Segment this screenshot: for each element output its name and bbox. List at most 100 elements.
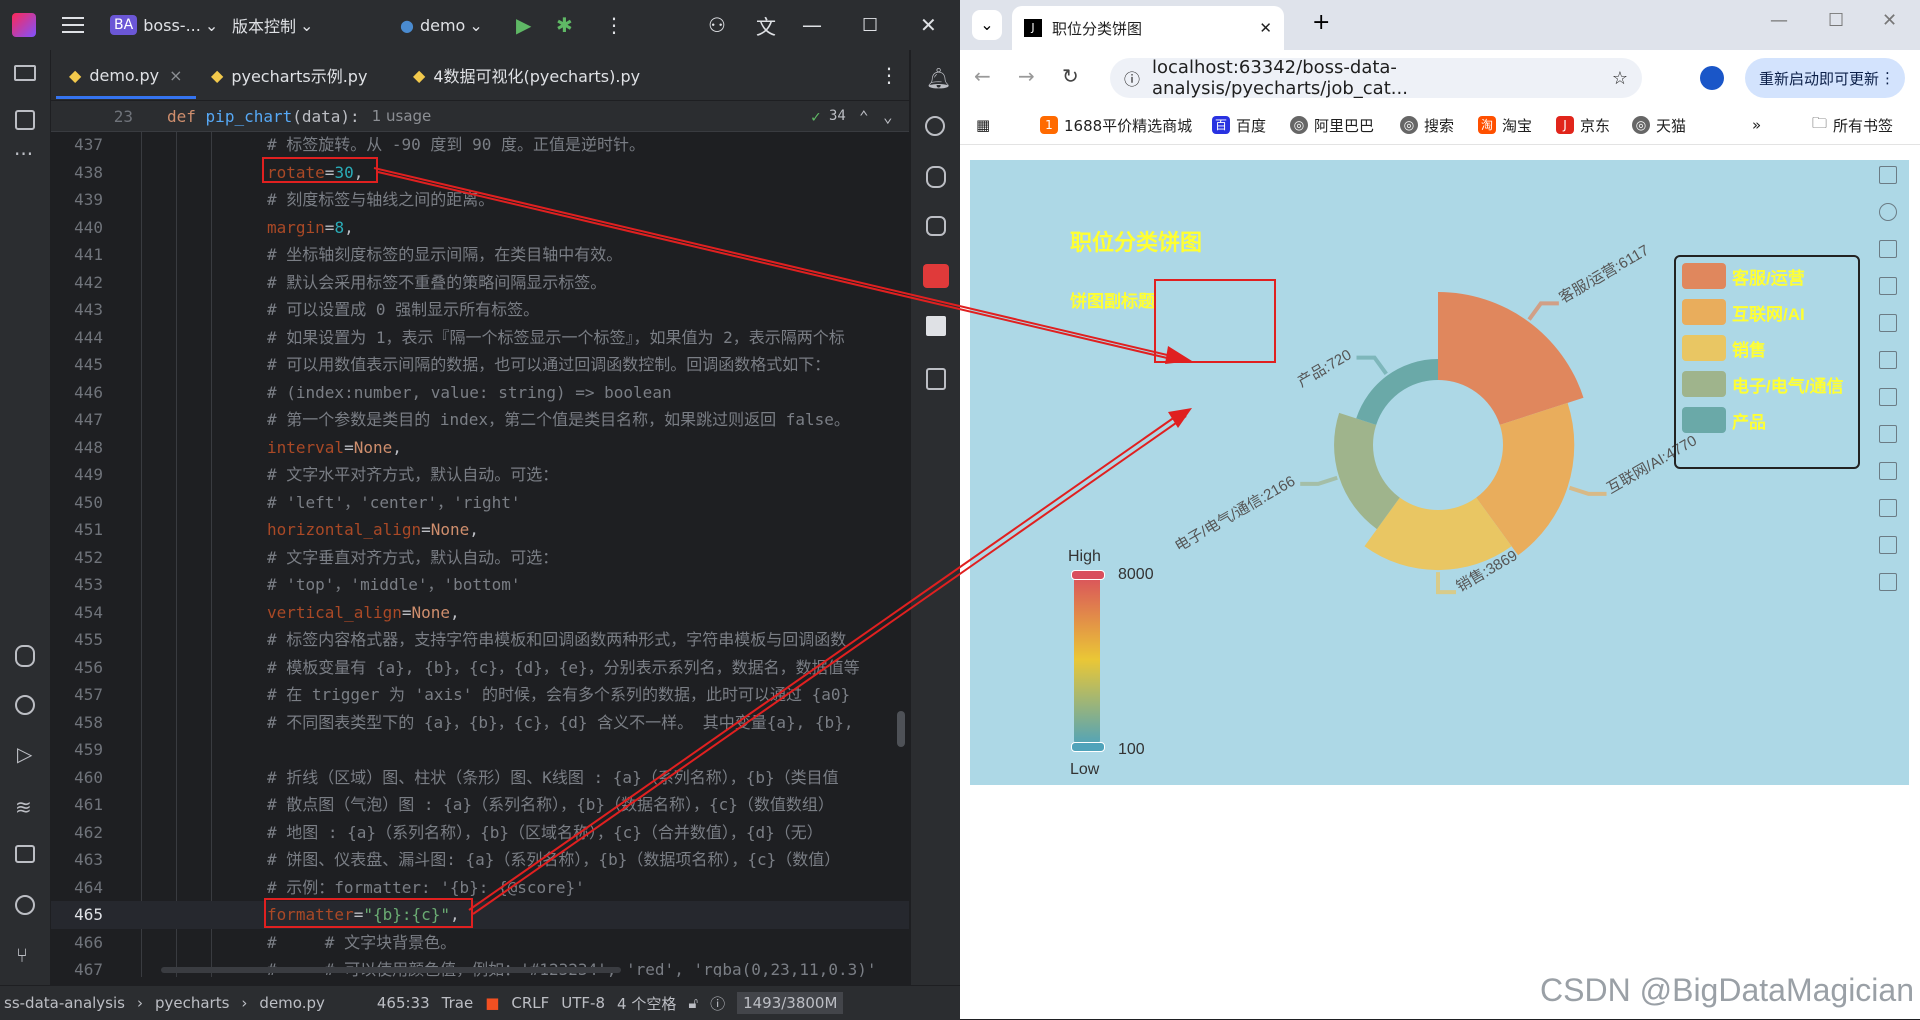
line-number[interactable]: 457 <box>51 681 103 709</box>
memory-indicator[interactable]: 1493/3800M <box>737 992 844 1014</box>
tab-demo-py[interactable]: ◆ demo.py × <box>69 50 183 100</box>
code-line[interactable]: 455 # 标签内容格式器，支持字符串模板和回调函数两种形式，字符串模板与回调函数 <box>51 626 909 654</box>
code-line[interactable]: 439 # 刻度标签与轴线之间的距离。 <box>51 186 909 214</box>
structure-icon[interactable] <box>15 110 35 130</box>
line-number[interactable]: 444 <box>51 324 103 352</box>
line-number[interactable]: 448 <box>51 434 103 462</box>
cursor-position[interactable]: 465:33 <box>377 994 430 1012</box>
visualmap-bottom-handle[interactable] <box>1071 742 1105 752</box>
ide-logo-icon[interactable] <box>12 0 36 50</box>
pie-svg[interactable]: 客服/运营:6117互联网/AI:4770销售:3869电子/电气/通信:216… <box>970 160 1909 785</box>
code-line[interactable]: 460 # 折线（区域）图、柱状（条形）图、K线图 : {a}（系列名称），{b}… <box>51 764 909 792</box>
chart-legend[interactable]: 客服/运营 互联网/AI 销售 电子/电气/通信 产品 <box>1674 255 1860 469</box>
site-info-icon[interactable]: ⓘ <box>1124 66 1140 90</box>
code-line[interactable]: 458 # 不同图表类型下的 {a}，{b}，{c}，{d} 含义不一样。 其中变… <box>51 709 909 737</box>
code-line[interactable]: 446 # (index:number, value: string) => bo… <box>51 379 909 407</box>
run-panel-icon[interactable]: ▷ <box>17 742 32 766</box>
line-number[interactable]: 445 <box>51 351 103 379</box>
minimize-icon[interactable]: — <box>802 0 822 50</box>
line-number[interactable]: 465 <box>51 901 103 929</box>
line-number[interactable]: 440 <box>51 214 103 242</box>
layers-icon[interactable]: ≋ <box>15 795 32 819</box>
database-icon[interactable] <box>926 166 946 188</box>
main-menu-icon[interactable] <box>62 0 84 50</box>
polygon-select-icon[interactable] <box>1879 499 1897 517</box>
pie-chart-canvas[interactable]: 职位分类饼图 饼图副标题 客服/运营:6117 互联网/AI:4770 销售:386… <box>970 160 1909 785</box>
code-line[interactable]: 456 # 模板变量有 {a}, {b}，{c}，{d}，{e}，分别表示系列名，… <box>51 654 909 682</box>
chevron-down-icon[interactable]: ⌄ <box>883 107 893 126</box>
project-selector[interactable]: BA boss-... ⌄ <box>110 0 218 50</box>
tab-data-visualization[interactable]: ◆ 4数据可视化(pyecharts).py <box>413 50 640 100</box>
maximize-icon[interactable]: ☐ <box>1828 10 1844 31</box>
translate-icon[interactable]: 文 <box>756 0 776 50</box>
warning-icon[interactable]: ⓘ <box>710 993 725 1014</box>
bookmark-star-icon[interactable]: ☆ <box>1612 68 1628 89</box>
close-tab-icon[interactable]: × <box>169 66 182 85</box>
legend-item[interactable]: 互联网/AI <box>1682 299 1805 325</box>
sticky-usages[interactable]: 1 usage <box>372 107 432 125</box>
tab-pyecharts-example[interactable]: ◆ pyecharts示例.py <box>211 50 367 100</box>
code-line[interactable]: 454 vertical_align=None, <box>51 599 909 627</box>
code-line[interactable]: 440 margin=8, <box>51 214 909 242</box>
reload-icon[interactable]: ↻ <box>1062 64 1079 88</box>
bookmark-search[interactable]: ◎ 搜索 <box>1400 106 1454 144</box>
code-line[interactable]: 438 rotate=30, <box>51 159 909 187</box>
code-line[interactable]: 459 <box>51 736 909 764</box>
trae-status[interactable]: Trae <box>442 994 474 1012</box>
save-image-icon[interactable] <box>1879 166 1897 184</box>
close-window-icon[interactable]: ✕ <box>1882 10 1897 31</box>
scrollbar-thumb[interactable] <box>897 711 905 747</box>
add-user-icon[interactable]: ⚇ <box>708 0 726 50</box>
line-number[interactable]: 452 <box>51 544 103 572</box>
more-tools-icon[interactable]: ··· <box>14 142 33 166</box>
problems-icon[interactable] <box>15 895 35 915</box>
code-line[interactable]: 465 formatter="{b}:{c}", <box>51 901 909 929</box>
chevron-up-icon[interactable]: ⌃ <box>859 107 869 126</box>
code-line[interactable]: 453 # 'top'，'middle'，'bottom' <box>51 571 909 599</box>
legend-item[interactable]: 电子/电气/通信 <box>1682 371 1843 397</box>
breadcrumb-file[interactable]: demo.py <box>259 994 324 1012</box>
line-number[interactable]: 442 <box>51 269 103 297</box>
line-number[interactable]: 463 <box>51 846 103 874</box>
breadcrumb-folder[interactable]: pyecharts <box>155 994 229 1012</box>
legend-item[interactable]: 产品 <box>1682 407 1766 433</box>
code-line[interactable]: 451 horizontal_align=None, <box>51 516 909 544</box>
file-encoding[interactable]: UTF-8 <box>561 994 605 1012</box>
code-line[interactable]: 441 # 坐标轴刻度标签的显示间隔，在类目轴中有效。 <box>51 241 909 269</box>
code-line[interactable]: 463 # 饼图、仪表盘、漏斗图: {a}（系列名称），{b}（数据项名称），{c… <box>51 846 909 874</box>
line-separator[interactable]: CRLF <box>511 994 549 1012</box>
git-icon[interactable]: ⑂ <box>16 943 28 967</box>
run-icon[interactable]: ▶ <box>516 0 531 50</box>
profile-avatar[interactable] <box>1700 66 1724 90</box>
code-line[interactable]: 452 # 文字垂直对齐方式，默认自动。可选： <box>51 544 909 572</box>
feishu-plugin-icon[interactable] <box>923 264 949 288</box>
code-line[interactable]: 444 # 如果设置为 1，表示『隔一个标签显示一个标签』，如果值为 2，表示隔两… <box>51 324 909 352</box>
line-number[interactable]: 446 <box>51 379 103 407</box>
code-editor[interactable]: 23 def pip_chart(data): 1 usage ✓ 34 ⌃ ⌄… <box>51 101 909 977</box>
visualmap-gradient-bar[interactable] <box>1074 573 1100 746</box>
tab-options-icon[interactable]: ⋮ <box>879 50 899 100</box>
bookmark-baidu[interactable]: 百百度 <box>1212 106 1266 144</box>
update-button[interactable]: 重新启动即可更新 ⋮ <box>1745 58 1905 98</box>
code-line[interactable]: 442 # 默认会采用标签不重叠的策略间隔显示标签。 <box>51 269 909 297</box>
minimize-icon[interactable]: — <box>1770 10 1788 31</box>
back-icon[interactable]: ← <box>974 64 991 88</box>
bookmark-taobao[interactable]: 淘淘宝 <box>1478 106 1532 144</box>
line-number[interactable]: 455 <box>51 626 103 654</box>
browser-tab-active[interactable]: J 职位分类饼图 ✕ <box>1012 6 1284 50</box>
code-line[interactable]: 462 # 地图 : {a}（系列名称），{b}（区域名称），{c}（合并数值），… <box>51 819 909 847</box>
tab-search-icon[interactable]: ⌄ <box>972 10 1002 40</box>
maximize-icon[interactable]: ☐ <box>862 0 878 50</box>
code-line[interactable]: 437 # 标签旋转。从 -90 度到 90 度。正值是逆时针。 <box>51 131 909 159</box>
url-bar[interactable]: ⓘ localhost:63342/boss-data-analysis/pye… <box>1110 57 1642 99</box>
bookmark-alibaba[interactable]: ◎ 阿里巴巴 <box>1290 106 1374 144</box>
services-icon[interactable] <box>15 695 35 715</box>
clear-select-icon[interactable] <box>1879 573 1897 591</box>
legend-item[interactable]: 销售 <box>1682 335 1766 361</box>
zoom-icon[interactable] <box>1879 277 1897 295</box>
code-line[interactable]: 448 interval=None, <box>51 434 909 462</box>
breadcrumb-project[interactable]: ss-data-analysis <box>4 994 125 1012</box>
line-number[interactable]: 459 <box>51 736 103 764</box>
line-number[interactable]: 467 <box>51 956 103 977</box>
python-console-icon[interactable] <box>926 216 946 236</box>
